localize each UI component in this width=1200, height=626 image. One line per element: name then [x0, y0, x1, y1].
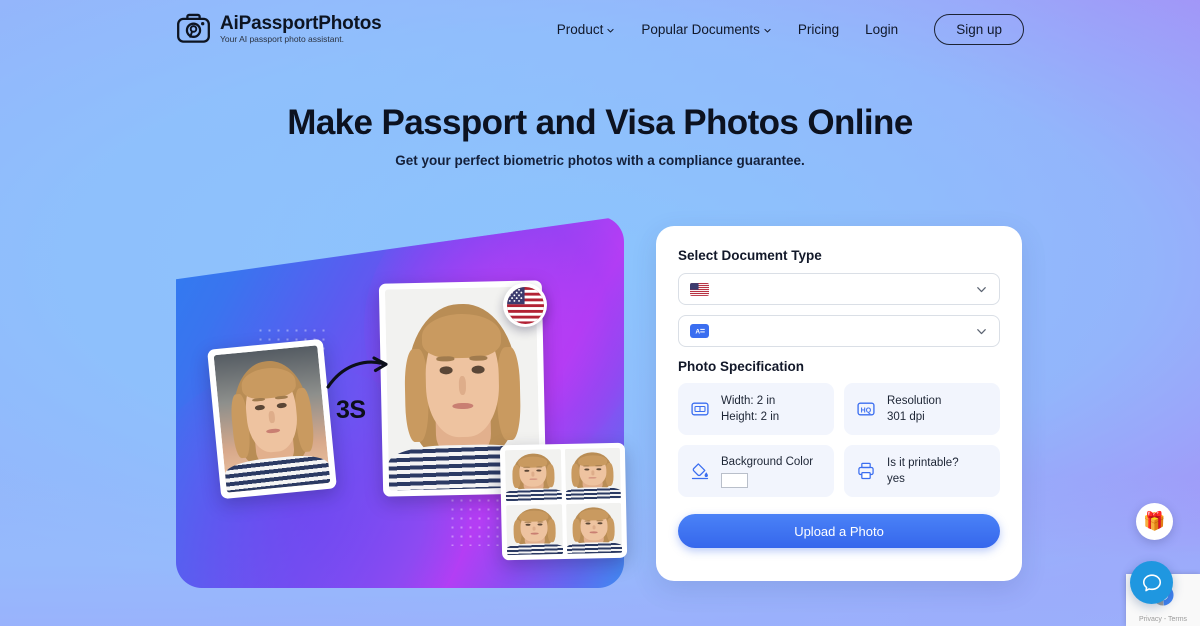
svg-text:A: A: [695, 329, 700, 336]
hero-illustration: 3S: [176, 216, 886, 588]
brand-logo-link[interactable]: AiPassportPhotos Your AI passport photo …: [176, 11, 382, 46]
nav-label-product: Product: [556, 22, 604, 37]
spec-dimensions-height: Height: 2 in: [721, 411, 780, 423]
chat-bubble-icon: [1142, 573, 1161, 591]
main-navigation: Product Popular Documents Pricing Login …: [557, 14, 1024, 45]
nav-item-popular-documents[interactable]: Popular Documents: [641, 22, 772, 37]
dot-pattern: [448, 496, 504, 546]
brand-tagline: Your AI passport photo assistant.: [220, 33, 344, 44]
upload-photo-button[interactable]: Upload a Photo: [678, 514, 1000, 548]
chat-widget-button[interactable]: [1130, 561, 1173, 604]
photo-thumbnail: [565, 502, 623, 554]
spec-background-label: Background Color: [721, 456, 814, 469]
nav-item-pricing[interactable]: Pricing: [798, 22, 839, 37]
nav-label-login: Login: [865, 22, 899, 37]
photo-thumbnail: [564, 447, 621, 500]
document-type-label: Select Document Type: [678, 248, 822, 263]
photo-thumbnail: [506, 503, 563, 556]
page-subtitle: Get your perfect biometric photos with a…: [395, 153, 805, 168]
spec-tile-printable: Is it printable? yes: [844, 445, 1000, 497]
processing-time-label: 3S: [336, 396, 366, 424]
svg-text:HQ: HQ: [861, 407, 872, 414]
spec-resolution-value: 301 dpi: [887, 411, 925, 423]
photo-thumbnail: [504, 449, 562, 501]
us-flag-icon: [506, 286, 544, 324]
portrait-illustration: [213, 345, 331, 493]
signup-button[interactable]: Sign up: [934, 14, 1024, 45]
paint-bucket-icon: [691, 463, 709, 480]
photo-specification-label: Photo Specification: [678, 359, 805, 374]
background-color-swatch: [721, 472, 748, 488]
chevron-down-icon: [977, 286, 986, 292]
country-select[interactable]: [678, 273, 1000, 305]
gift-widget-button[interactable]: 🎁: [1136, 503, 1173, 540]
page-title: Make Passport and Visa Photos Online: [287, 103, 913, 142]
dimensions-icon: [691, 402, 709, 416]
spec-tile-dimensions: Width: 2 in Height: 2 in: [678, 383, 834, 435]
country-flag-badge: [503, 283, 547, 327]
camera-icon: [177, 13, 210, 43]
doctype-select[interactable]: A: [678, 315, 1000, 347]
document-id-icon: A: [690, 324, 709, 338]
resolution-hq-icon: HQ: [857, 402, 875, 416]
gift-icon: 🎁: [1143, 511, 1166, 531]
nav-item-login[interactable]: Login: [865, 22, 898, 37]
spec-resolution-label: Resolution: [887, 394, 942, 407]
spec-tile-resolution: HQ Resolution 301 dpi: [844, 383, 1000, 435]
spec-tile-background-color: Background Color: [678, 445, 834, 497]
brand-name: AiPassportPhotos: [220, 12, 382, 34]
photo-specification-grid: Width: 2 in Height: 2 in HQ Resolution 3…: [678, 383, 1000, 497]
us-flag-icon: [690, 282, 709, 296]
site-header: AiPassportPhotos Your AI passport photo …: [0, 0, 1200, 58]
before-photo-card: [207, 338, 337, 500]
chevron-down-icon: [977, 328, 986, 334]
printer-icon: [858, 462, 874, 480]
nav-item-product[interactable]: Product: [557, 22, 616, 37]
photo-sheet-card: [499, 442, 628, 561]
chevron-down-icon: [764, 28, 771, 33]
spec-printable-value: yes: [887, 473, 905, 485]
document-selection-card: Select Document Type A Photo Specificati…: [656, 226, 1022, 581]
spec-dimensions-width: Width: 2 in: [721, 394, 776, 407]
recaptcha-privacy-terms: Privacy - Terms: [1138, 616, 1188, 623]
nav-label-popular-documents: Popular Documents: [641, 22, 760, 37]
spec-printable-label: Is it printable?: [887, 456, 959, 469]
curved-arrow-icon: [326, 356, 388, 389]
nav-label-pricing: Pricing: [797, 22, 840, 37]
chevron-down-icon: [607, 28, 614, 33]
